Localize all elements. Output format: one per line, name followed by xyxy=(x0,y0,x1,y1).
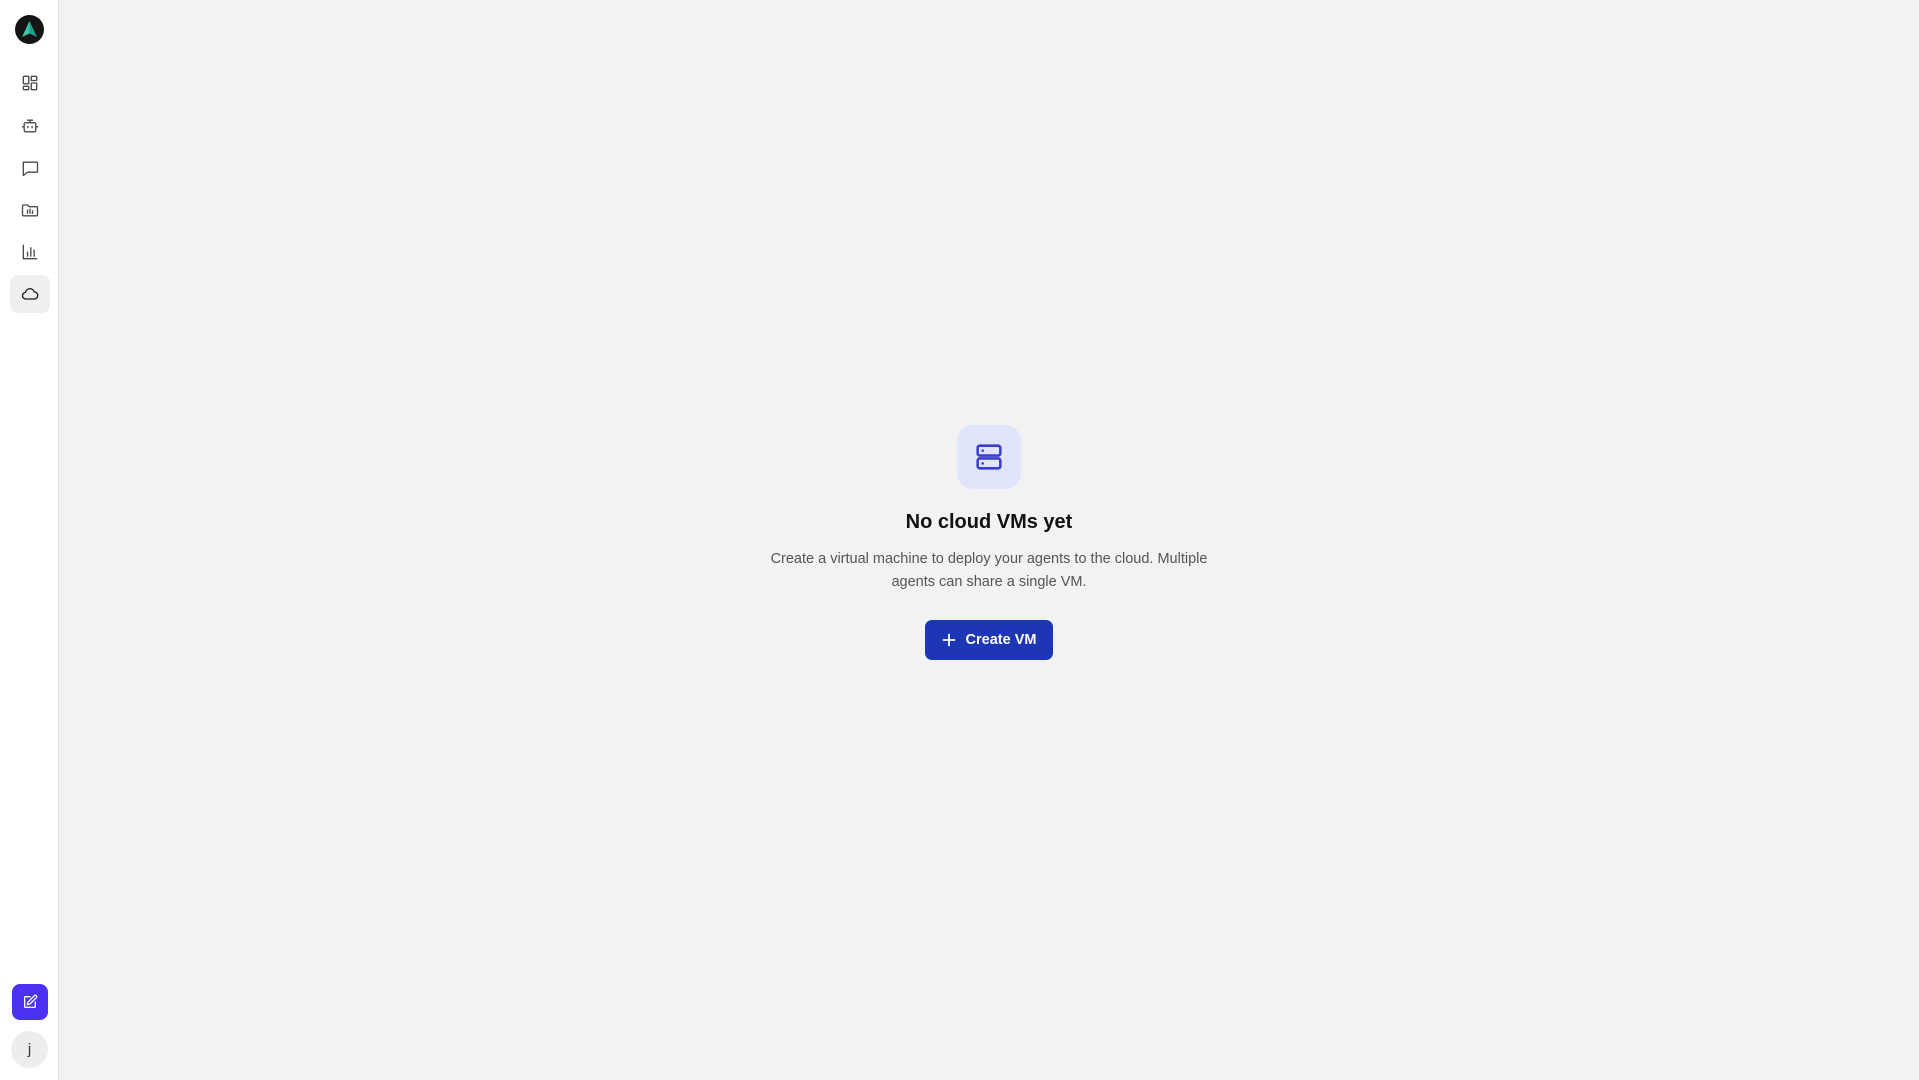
sidebar-item-cloud[interactable] xyxy=(10,275,50,313)
grid-icon xyxy=(22,75,38,91)
cloud-icon xyxy=(21,288,39,300)
empty-state-title: No cloud VMs yet xyxy=(905,511,1073,533)
plus-icon xyxy=(942,633,955,647)
create-vm-button[interactable]: Create VM xyxy=(924,620,1054,660)
bar-chart-icon xyxy=(22,244,38,260)
empty-state: No cloud VMs yet Create a virtual machin… xyxy=(59,425,1919,660)
avatar[interactable]: j xyxy=(11,1031,48,1068)
folder-icon xyxy=(21,204,39,217)
chat-bubble-icon xyxy=(22,161,39,177)
app-window: j No cloud VMs yet Create a virtual mach… xyxy=(0,0,1919,1080)
empty-state-icon-tile xyxy=(957,425,1021,489)
create-vm-button-label: Create VM xyxy=(965,632,1037,648)
sidebar-item-chat[interactable] xyxy=(10,149,50,187)
main-content: No cloud VMs yet Create a virtual machin… xyxy=(59,0,1919,1080)
empty-state-description: Create a virtual machine to deploy your … xyxy=(770,551,1208,590)
app-logo[interactable] xyxy=(15,15,44,44)
triangle-logo-icon xyxy=(22,21,37,37)
sidebar: j xyxy=(0,0,59,1080)
sidebar-item-agents[interactable] xyxy=(10,107,50,145)
sidebar-item-analytics[interactable] xyxy=(10,233,50,271)
sidebar-item-files[interactable] xyxy=(10,191,50,229)
server-icon xyxy=(976,444,1002,470)
sidebar-item-dashboard[interactable] xyxy=(10,64,50,102)
edit-icon xyxy=(24,994,38,1008)
compose-button[interactable] xyxy=(12,984,48,1020)
bot-icon xyxy=(21,119,39,133)
